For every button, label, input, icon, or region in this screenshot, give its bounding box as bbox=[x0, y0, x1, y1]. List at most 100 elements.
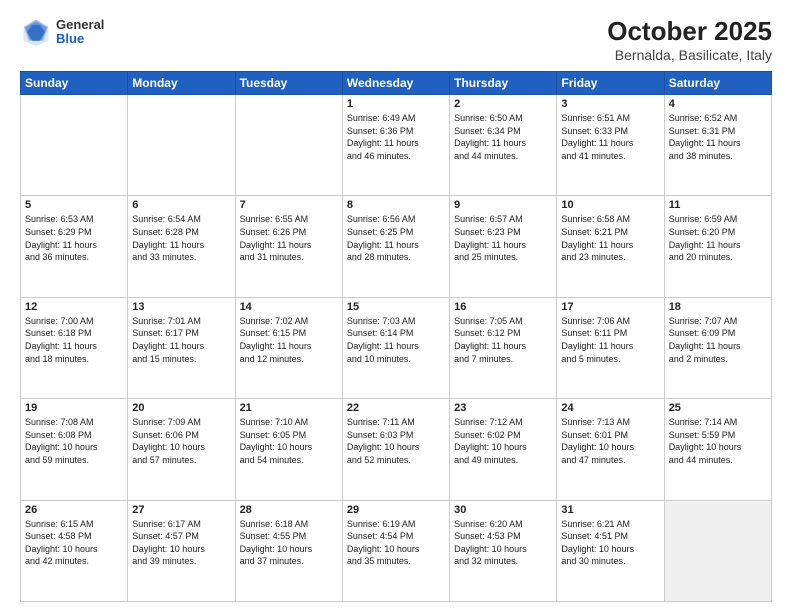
day-number: 13 bbox=[132, 301, 230, 313]
day-number: 3 bbox=[561, 98, 659, 110]
day-info: Sunrise: 7:12 AM Sunset: 6:02 PM Dayligh… bbox=[454, 416, 552, 466]
day-info: Sunrise: 6:51 AM Sunset: 6:33 PM Dayligh… bbox=[561, 112, 659, 162]
header-thursday: Thursday bbox=[450, 72, 557, 95]
calendar-cell: 9Sunrise: 6:57 AM Sunset: 6:23 PM Daylig… bbox=[450, 196, 557, 297]
day-number: 15 bbox=[347, 301, 445, 313]
calendar-title: October 2025 bbox=[607, 16, 772, 47]
calendar-cell: 10 Sunrise: 6:58 AM Sunset: 6:21 PM Dayli… bbox=[557, 196, 664, 297]
calendar-cell bbox=[128, 95, 235, 196]
calendar-week-row: 26 Sunrise: 6:15 AM Sunset: 4:58 PM Dayli… bbox=[21, 500, 772, 601]
day-number: 31 bbox=[561, 504, 659, 516]
day-info: Sunrise: 6:49 AM Sunset: 6:36 PM Dayligh… bbox=[347, 112, 445, 162]
calendar-cell: 30 Sunrise: 6:20 AM Sunset: 4:53 PM Dayli… bbox=[450, 500, 557, 601]
calendar-cell: 16 Sunrise: 7:05 AM Sunset: 6:12 PM Dayli… bbox=[450, 297, 557, 398]
calendar-cell bbox=[21, 95, 128, 196]
calendar-week-row: 1 Sunrise: 6:49 AM Sunset: 6:36 PM Daylig… bbox=[21, 95, 772, 196]
header-monday: Monday bbox=[128, 72, 235, 95]
header-wednesday: Wednesday bbox=[342, 72, 449, 95]
calendar-cell: 5Sunrise: 6:53 AM Sunset: 6:29 PM Daylig… bbox=[21, 196, 128, 297]
day-info: Sunrise: 6:21 AM Sunset: 4:51 PM Dayligh… bbox=[561, 518, 659, 568]
calendar-cell bbox=[664, 500, 771, 601]
day-number: 1 bbox=[347, 98, 445, 110]
day-info: Sunrise: 6:18 AM Sunset: 4:55 PM Dayligh… bbox=[240, 518, 338, 568]
header-saturday: Saturday bbox=[664, 72, 771, 95]
day-info: Sunrise: 7:00 AM Sunset: 6:18 PM Dayligh… bbox=[25, 315, 123, 365]
calendar-cell: 18 Sunrise: 7:07 AM Sunset: 6:09 PM Dayli… bbox=[664, 297, 771, 398]
logo-general: General bbox=[56, 18, 104, 32]
calendar-cell: 25 Sunrise: 7:14 AM Sunset: 5:59 PM Dayli… bbox=[664, 399, 771, 500]
day-number: 20 bbox=[132, 402, 230, 414]
header-sunday: Sunday bbox=[21, 72, 128, 95]
day-info: Sunrise: 7:01 AM Sunset: 6:17 PM Dayligh… bbox=[132, 315, 230, 365]
calendar-cell: 27 Sunrise: 6:17 AM Sunset: 4:57 PM Dayli… bbox=[128, 500, 235, 601]
day-info: Sunrise: 7:14 AM Sunset: 5:59 PM Dayligh… bbox=[669, 416, 767, 466]
calendar-week-row: 19 Sunrise: 7:08 AM Sunset: 6:08 PM Dayli… bbox=[21, 399, 772, 500]
calendar-week-row: 12 Sunrise: 7:00 AM Sunset: 6:18 PM Dayli… bbox=[21, 297, 772, 398]
header-tuesday: Tuesday bbox=[235, 72, 342, 95]
calendar-cell: 6 Sunrise: 6:54 AM Sunset: 6:28 PM Daylig… bbox=[128, 196, 235, 297]
day-info: Sunrise: 6:17 AM Sunset: 4:57 PM Dayligh… bbox=[132, 518, 230, 568]
day-number: 27 bbox=[132, 504, 230, 516]
title-block: October 2025 Bernalda, Basilicate, Italy bbox=[607, 16, 772, 63]
day-info: Sunrise: 6:15 AM Sunset: 4:58 PM Dayligh… bbox=[25, 518, 123, 568]
calendar-cell: 7Sunrise: 6:55 AM Sunset: 6:26 PM Daylig… bbox=[235, 196, 342, 297]
calendar-cell: 17 Sunrise: 7:06 AM Sunset: 6:11 PM Dayli… bbox=[557, 297, 664, 398]
day-info: Sunrise: 7:07 AM Sunset: 6:09 PM Dayligh… bbox=[669, 315, 767, 365]
calendar-cell: 31 Sunrise: 6:21 AM Sunset: 4:51 PM Dayli… bbox=[557, 500, 664, 601]
logo-icon bbox=[20, 16, 52, 48]
day-info: Sunrise: 6:54 AM Sunset: 6:28 PM Dayligh… bbox=[132, 213, 230, 263]
calendar-cell: 26 Sunrise: 6:15 AM Sunset: 4:58 PM Dayli… bbox=[21, 500, 128, 601]
calendar-cell: 28 Sunrise: 6:18 AM Sunset: 4:55 PM Dayli… bbox=[235, 500, 342, 601]
day-number: 12 bbox=[25, 301, 123, 313]
calendar-cell: 4 Sunrise: 6:52 AM Sunset: 6:31 PM Daylig… bbox=[664, 95, 771, 196]
day-info: Sunrise: 7:05 AM Sunset: 6:12 PM Dayligh… bbox=[454, 315, 552, 365]
day-number: 6 bbox=[132, 199, 230, 211]
calendar-cell: 24 Sunrise: 7:13 AM Sunset: 6:01 PM Dayli… bbox=[557, 399, 664, 500]
day-number: 17 bbox=[561, 301, 659, 313]
day-info: Sunrise: 6:20 AM Sunset: 4:53 PM Dayligh… bbox=[454, 518, 552, 568]
day-number: 19 bbox=[25, 402, 123, 414]
day-number: 14 bbox=[240, 301, 338, 313]
calendar-cell: 20Sunrise: 7:09 AM Sunset: 6:06 PM Dayli… bbox=[128, 399, 235, 500]
day-number: 11 bbox=[669, 199, 767, 211]
day-info: Sunrise: 6:57 AM Sunset: 6:23 PM Dayligh… bbox=[454, 213, 552, 263]
calendar-table: Sunday Monday Tuesday Wednesday Thursday… bbox=[20, 71, 772, 602]
day-number: 10 bbox=[561, 199, 659, 211]
day-info: Sunrise: 7:13 AM Sunset: 6:01 PM Dayligh… bbox=[561, 416, 659, 466]
header: General Blue October 2025 Bernalda, Basi… bbox=[20, 16, 772, 63]
day-info: Sunrise: 7:08 AM Sunset: 6:08 PM Dayligh… bbox=[25, 416, 123, 466]
page: General Blue October 2025 Bernalda, Basi… bbox=[0, 0, 792, 612]
logo-text: General Blue bbox=[56, 18, 104, 47]
day-number: 25 bbox=[669, 402, 767, 414]
day-number: 21 bbox=[240, 402, 338, 414]
calendar-cell: 11Sunrise: 6:59 AM Sunset: 6:20 PM Dayli… bbox=[664, 196, 771, 297]
calendar-cell: 14 Sunrise: 7:02 AM Sunset: 6:15 PM Dayli… bbox=[235, 297, 342, 398]
day-number: 26 bbox=[25, 504, 123, 516]
day-info: Sunrise: 7:02 AM Sunset: 6:15 PM Dayligh… bbox=[240, 315, 338, 365]
day-number: 22 bbox=[347, 402, 445, 414]
day-info: Sunrise: 6:19 AM Sunset: 4:54 PM Dayligh… bbox=[347, 518, 445, 568]
calendar-cell: 8Sunrise: 6:56 AM Sunset: 6:25 PM Daylig… bbox=[342, 196, 449, 297]
day-info: Sunrise: 7:06 AM Sunset: 6:11 PM Dayligh… bbox=[561, 315, 659, 365]
day-number: 16 bbox=[454, 301, 552, 313]
calendar-cell: 15Sunrise: 7:03 AM Sunset: 6:14 PM Dayli… bbox=[342, 297, 449, 398]
day-number: 28 bbox=[240, 504, 338, 516]
day-number: 24 bbox=[561, 402, 659, 414]
day-number: 23 bbox=[454, 402, 552, 414]
day-number: 7 bbox=[240, 199, 338, 211]
day-number: 30 bbox=[454, 504, 552, 516]
weekday-header-row: Sunday Monday Tuesday Wednesday Thursday… bbox=[21, 72, 772, 95]
day-info: Sunrise: 6:53 AM Sunset: 6:29 PM Dayligh… bbox=[25, 213, 123, 263]
calendar-cell: 12 Sunrise: 7:00 AM Sunset: 6:18 PM Dayli… bbox=[21, 297, 128, 398]
day-info: Sunrise: 6:52 AM Sunset: 6:31 PM Dayligh… bbox=[669, 112, 767, 162]
calendar-cell: 23 Sunrise: 7:12 AM Sunset: 6:02 PM Dayli… bbox=[450, 399, 557, 500]
calendar-cell: 13 Sunrise: 7:01 AM Sunset: 6:17 PM Dayli… bbox=[128, 297, 235, 398]
day-number: 4 bbox=[669, 98, 767, 110]
day-number: 2 bbox=[454, 98, 552, 110]
day-number: 18 bbox=[669, 301, 767, 313]
calendar-cell: 1 Sunrise: 6:49 AM Sunset: 6:36 PM Daylig… bbox=[342, 95, 449, 196]
day-info: Sunrise: 6:58 AM Sunset: 6:21 PM Dayligh… bbox=[561, 213, 659, 263]
calendar-cell: 29Sunrise: 6:19 AM Sunset: 4:54 PM Dayli… bbox=[342, 500, 449, 601]
calendar-subtitle: Bernalda, Basilicate, Italy bbox=[607, 47, 772, 63]
day-info: Sunrise: 7:10 AM Sunset: 6:05 PM Dayligh… bbox=[240, 416, 338, 466]
